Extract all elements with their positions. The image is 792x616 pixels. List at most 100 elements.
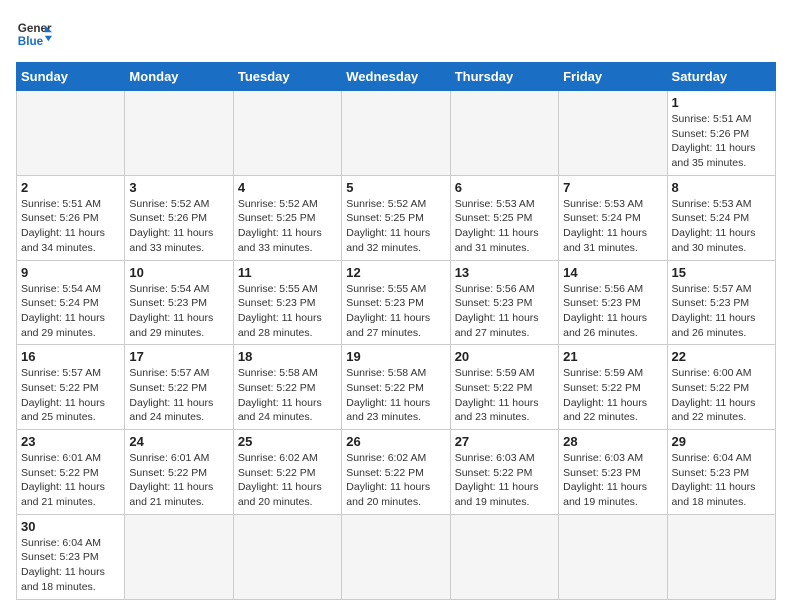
day-info: Sunrise: 5:51 AM Sunset: 5:26 PM Dayligh… — [21, 197, 120, 256]
calendar-header-sunday: Sunday — [17, 63, 125, 91]
day-number: 16 — [21, 349, 120, 364]
calendar-header-monday: Monday — [125, 63, 233, 91]
day-info: Sunrise: 6:01 AM Sunset: 5:22 PM Dayligh… — [129, 451, 228, 510]
calendar-cell: 24Sunrise: 6:01 AM Sunset: 5:22 PM Dayli… — [125, 430, 233, 515]
day-info: Sunrise: 5:53 AM Sunset: 5:25 PM Dayligh… — [455, 197, 554, 256]
logo-icon: General Blue — [16, 16, 52, 52]
day-number: 19 — [346, 349, 445, 364]
day-info: Sunrise: 5:53 AM Sunset: 5:24 PM Dayligh… — [672, 197, 771, 256]
calendar-cell: 13 Sunrise: 5:56 AM Sunset: 5:23 PM Dayli… — [450, 260, 558, 345]
day-number: 20 — [455, 349, 554, 364]
day-number: 26 — [346, 434, 445, 449]
day-info: Sunrise: 5:54 AM Sunset: 5:24 PM Dayligh… — [21, 282, 120, 341]
calendar-cell — [450, 514, 558, 599]
day-number: 23 — [21, 434, 120, 449]
day-info: Sunrise: 5:53 AM Sunset: 5:24 PM Dayligh… — [563, 197, 662, 256]
calendar-table: SundayMondayTuesdayWednesdayThursdayFrid… — [16, 62, 776, 600]
day-info: Sunrise: 5:55 AM Sunset: 5:23 PM Dayligh… — [238, 282, 337, 341]
day-info: Sunrise: 5:55 AM Sunset: 5:23 PM Dayligh… — [346, 282, 445, 341]
calendar-week-row: 30Sunrise: 6:04 AM Sunset: 5:23 PM Dayli… — [17, 514, 776, 599]
calendar-cell — [233, 514, 341, 599]
day-number: 18 — [238, 349, 337, 364]
day-number: 2 — [21, 180, 120, 195]
calendar-week-row: 16Sunrise: 5:57 AM Sunset: 5:22 PM Dayli… — [17, 345, 776, 430]
calendar-cell: 2 Sunrise: 5:51 AM Sunset: 5:26 PM Daylig… — [17, 175, 125, 260]
calendar-cell: 15 Sunrise: 5:57 AM Sunset: 5:23 PM Dayli… — [667, 260, 775, 345]
calendar-header-tuesday: Tuesday — [233, 63, 341, 91]
calendar-cell: 28Sunrise: 6:03 AM Sunset: 5:23 PM Dayli… — [559, 430, 667, 515]
calendar-cell: 29Sunrise: 6:04 AM Sunset: 5:23 PM Dayli… — [667, 430, 775, 515]
day-number: 6 — [455, 180, 554, 195]
day-number: 17 — [129, 349, 228, 364]
day-info: Sunrise: 5:56 AM Sunset: 5:23 PM Dayligh… — [455, 282, 554, 341]
day-info: Sunrise: 5:54 AM Sunset: 5:23 PM Dayligh… — [129, 282, 228, 341]
calendar-cell: 8 Sunrise: 5:53 AM Sunset: 5:24 PM Daylig… — [667, 175, 775, 260]
day-number: 12 — [346, 265, 445, 280]
day-number: 21 — [563, 349, 662, 364]
calendar-cell: 3 Sunrise: 5:52 AM Sunset: 5:26 PM Daylig… — [125, 175, 233, 260]
calendar-header-row: SundayMondayTuesdayWednesdayThursdayFrid… — [17, 63, 776, 91]
calendar-cell: 16Sunrise: 5:57 AM Sunset: 5:22 PM Dayli… — [17, 345, 125, 430]
calendar-cell: 25Sunrise: 6:02 AM Sunset: 5:22 PM Dayli… — [233, 430, 341, 515]
day-info: Sunrise: 5:52 AM Sunset: 5:26 PM Dayligh… — [129, 197, 228, 256]
day-info: Sunrise: 5:51 AM Sunset: 5:26 PM Dayligh… — [672, 112, 771, 171]
day-info: Sunrise: 6:01 AM Sunset: 5:22 PM Dayligh… — [21, 451, 120, 510]
calendar-cell — [17, 91, 125, 176]
day-number: 29 — [672, 434, 771, 449]
calendar-cell — [667, 514, 775, 599]
calendar-cell: 18 Sunrise: 5:58 AM Sunset: 5:22 PM Dayli… — [233, 345, 341, 430]
calendar-cell — [559, 514, 667, 599]
day-info: Sunrise: 6:00 AM Sunset: 5:22 PM Dayligh… — [672, 366, 771, 425]
calendar-week-row: 2 Sunrise: 5:51 AM Sunset: 5:26 PM Daylig… — [17, 175, 776, 260]
calendar-cell: 19 Sunrise: 5:58 AM Sunset: 5:22 PM Dayli… — [342, 345, 450, 430]
day-info: Sunrise: 5:58 AM Sunset: 5:22 PM Dayligh… — [346, 366, 445, 425]
calendar-cell: 5 Sunrise: 5:52 AM Sunset: 5:25 PM Daylig… — [342, 175, 450, 260]
day-info: Sunrise: 5:52 AM Sunset: 5:25 PM Dayligh… — [346, 197, 445, 256]
calendar-cell: 9 Sunrise: 5:54 AM Sunset: 5:24 PM Daylig… — [17, 260, 125, 345]
calendar-cell: 10 Sunrise: 5:54 AM Sunset: 5:23 PM Dayli… — [125, 260, 233, 345]
day-number: 10 — [129, 265, 228, 280]
calendar-cell: 21 Sunrise: 5:59 AM Sunset: 5:22 PM Dayli… — [559, 345, 667, 430]
day-number: 3 — [129, 180, 228, 195]
calendar-cell: 14 Sunrise: 5:56 AM Sunset: 5:23 PM Dayli… — [559, 260, 667, 345]
day-number: 13 — [455, 265, 554, 280]
day-info: Sunrise: 5:58 AM Sunset: 5:22 PM Dayligh… — [238, 366, 337, 425]
calendar-cell: 4Sunrise: 5:52 AM Sunset: 5:25 PM Daylig… — [233, 175, 341, 260]
calendar-cell: 11 Sunrise: 5:55 AM Sunset: 5:23 PM Dayli… — [233, 260, 341, 345]
day-info: Sunrise: 6:04 AM Sunset: 5:23 PM Dayligh… — [21, 536, 120, 595]
calendar-cell — [559, 91, 667, 176]
day-info: Sunrise: 5:52 AM Sunset: 5:25 PM Dayligh… — [238, 197, 337, 256]
day-number: 8 — [672, 180, 771, 195]
svg-text:Blue: Blue — [18, 35, 44, 48]
day-number: 5 — [346, 180, 445, 195]
calendar-header-saturday: Saturday — [667, 63, 775, 91]
calendar-cell — [233, 91, 341, 176]
calendar-week-row: 1Sunrise: 5:51 AM Sunset: 5:26 PM Daylig… — [17, 91, 776, 176]
day-info: Sunrise: 5:56 AM Sunset: 5:23 PM Dayligh… — [563, 282, 662, 341]
calendar-week-row: 9 Sunrise: 5:54 AM Sunset: 5:24 PM Daylig… — [17, 260, 776, 345]
calendar-cell — [342, 514, 450, 599]
logo: General Blue — [16, 16, 56, 52]
day-number: 9 — [21, 265, 120, 280]
calendar-cell — [342, 91, 450, 176]
calendar-cell: 1Sunrise: 5:51 AM Sunset: 5:26 PM Daylig… — [667, 91, 775, 176]
day-number: 27 — [455, 434, 554, 449]
day-number: 11 — [238, 265, 337, 280]
day-number: 14 — [563, 265, 662, 280]
calendar-header-friday: Friday — [559, 63, 667, 91]
calendar-cell: 20Sunrise: 5:59 AM Sunset: 5:22 PM Dayli… — [450, 345, 558, 430]
calendar-cell — [125, 91, 233, 176]
calendar-cell: 27 Sunrise: 6:03 AM Sunset: 5:22 PM Dayli… — [450, 430, 558, 515]
calendar-cell: 22 Sunrise: 6:00 AM Sunset: 5:22 PM Dayli… — [667, 345, 775, 430]
calendar-header-wednesday: Wednesday — [342, 63, 450, 91]
day-info: Sunrise: 6:03 AM Sunset: 5:22 PM Dayligh… — [455, 451, 554, 510]
day-info: Sunrise: 6:02 AM Sunset: 5:22 PM Dayligh… — [238, 451, 337, 510]
day-number: 22 — [672, 349, 771, 364]
day-info: Sunrise: 5:59 AM Sunset: 5:22 PM Dayligh… — [563, 366, 662, 425]
day-info: Sunrise: 5:57 AM Sunset: 5:23 PM Dayligh… — [672, 282, 771, 341]
calendar-cell — [450, 91, 558, 176]
calendar-cell: 30Sunrise: 6:04 AM Sunset: 5:23 PM Dayli… — [17, 514, 125, 599]
calendar-cell: 26Sunrise: 6:02 AM Sunset: 5:22 PM Dayli… — [342, 430, 450, 515]
day-number: 15 — [672, 265, 771, 280]
calendar-cell: 7Sunrise: 5:53 AM Sunset: 5:24 PM Daylig… — [559, 175, 667, 260]
